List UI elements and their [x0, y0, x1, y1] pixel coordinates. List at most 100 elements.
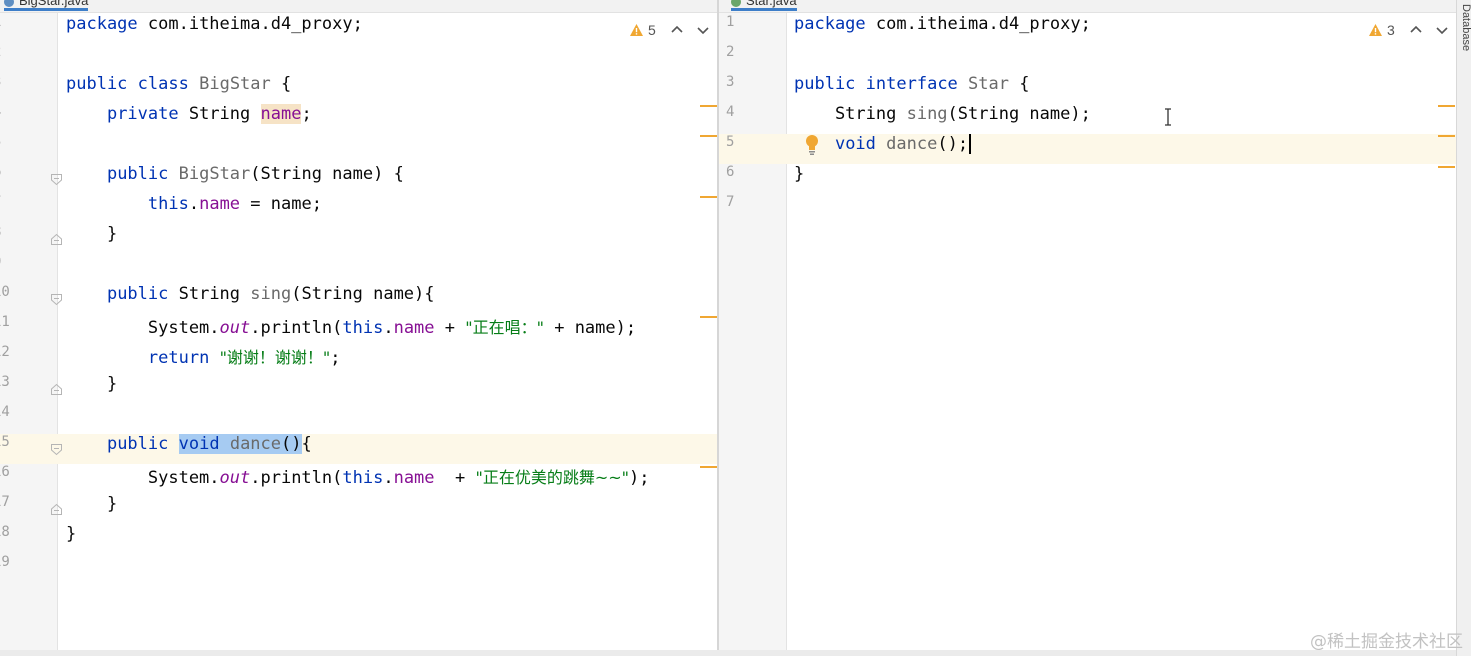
fold-open-icon[interactable]	[50, 443, 63, 456]
lightbulb-icon[interactable]	[804, 134, 820, 156]
right-inspection-widget[interactable]: 3	[1368, 19, 1451, 41]
code-line[interactable]: 17 }	[0, 494, 717, 524]
code-text[interactable]: System.out.println(this.name + "正在唱：" + …	[66, 314, 636, 344]
code-line[interactable]: 13 }	[0, 374, 717, 404]
right-editor-pane[interactable]: Star.java 1 package com.itheima.d4_proxy;…	[719, 0, 1456, 650]
code-line[interactable]: 4 String sing(String name);	[719, 104, 1456, 134]
line-number[interactable]: 5	[726, 134, 734, 164]
code-text[interactable]: package com.itheima.d4_proxy;	[794, 14, 1091, 44]
code-line[interactable]: 5	[0, 134, 717, 164]
line-number[interactable]: 16	[0, 464, 10, 494]
code-line[interactable]: 19	[0, 554, 717, 584]
line-number[interactable]: 12	[0, 344, 10, 374]
line-number[interactable]: 13	[0, 374, 10, 404]
line-number[interactable]: 6	[726, 164, 734, 194]
line-number[interactable]: 4	[0, 104, 1, 134]
code-line[interactable]: 1 package com.itheima.d4_proxy;	[0, 14, 717, 44]
line-number[interactable]: 18	[0, 524, 10, 554]
code-line[interactable]: 16 System.out.println(this.name + "正在优美的…	[0, 464, 717, 494]
code-line[interactable]: 2	[0, 44, 717, 74]
line-number[interactable]: 4	[726, 104, 734, 134]
code-line[interactable]: 8 }	[0, 224, 717, 254]
code-text[interactable]: package com.itheima.d4_proxy;	[66, 14, 363, 44]
horizontal-scrollbar[interactable]	[0, 650, 1456, 656]
line-number[interactable]: 11	[0, 314, 10, 344]
code-text[interactable]: public void dance(){	[66, 434, 312, 464]
line-number[interactable]: 3	[726, 74, 734, 104]
code-line[interactable]: 3 public interface Star {	[719, 74, 1456, 104]
line-number[interactable]: 14	[0, 404, 10, 434]
code-line[interactable]: 9	[0, 254, 717, 284]
code-text[interactable]: void dance();	[794, 134, 972, 164]
line-number[interactable]: 1	[0, 14, 1, 44]
left-editor-pane[interactable]: BigStar.java 1 package com.itheima.d4_pro…	[0, 0, 717, 650]
database-tool-button[interactable]: Database	[1457, 4, 1471, 51]
chevron-down-icon[interactable]	[1433, 21, 1451, 39]
fold-close-icon[interactable]	[50, 233, 63, 246]
code-line[interactable]: 6}	[719, 164, 1456, 194]
code-text[interactable]: }	[66, 524, 76, 554]
left-inspection-widget[interactable]: 5	[629, 19, 712, 41]
right-tab-bar: Star.java	[719, 0, 1456, 13]
code-line[interactable]: 3 public class BigStar {	[0, 74, 717, 104]
warning-stripe-marker[interactable]	[1438, 166, 1455, 168]
fold-open-icon[interactable]	[50, 293, 63, 306]
code-line[interactable]: 11 System.out.println(this.name + "正在唱："…	[0, 314, 717, 344]
fold-open-icon[interactable]	[50, 173, 63, 186]
tab-star-java[interactable]: Star.java	[731, 0, 797, 12]
code-line[interactable]: 12 return "谢谢！谢谢！";	[0, 344, 717, 374]
code-text[interactable]: }	[66, 374, 117, 404]
code-line[interactable]: 1 package com.itheima.d4_proxy;	[719, 14, 1456, 44]
fold-close-icon[interactable]	[50, 383, 63, 396]
code-line[interactable]: 7	[719, 194, 1456, 224]
warning-stripe-marker[interactable]	[700, 196, 717, 198]
code-text[interactable]: System.out.println(this.name + "正在优美的跳舞~…	[66, 464, 650, 494]
chevron-up-icon[interactable]	[668, 21, 686, 39]
fold-close-icon[interactable]	[50, 503, 63, 516]
code-line[interactable]: 2	[719, 44, 1456, 74]
code-line[interactable]: 7 this.name = name;	[0, 194, 717, 224]
line-number[interactable]: 7	[0, 194, 1, 224]
warning-stripe-marker[interactable]	[700, 466, 717, 468]
code-text[interactable]: public interface Star {	[794, 74, 1029, 104]
code-line[interactable]: 15 public void dance(){	[0, 434, 717, 464]
line-number[interactable]: 5	[0, 134, 1, 164]
warning-stripe-marker[interactable]	[700, 105, 717, 107]
code-text[interactable]: private String name;	[66, 104, 312, 134]
warning-stripe-marker[interactable]	[1438, 135, 1455, 137]
line-number[interactable]: 8	[0, 224, 1, 254]
code-text[interactable]: String sing(String name);	[794, 104, 1091, 134]
chevron-down-icon[interactable]	[694, 21, 712, 39]
code-line[interactable]: 6 public BigStar(String name) {	[0, 164, 717, 194]
code-line[interactable]: 4 private String name;	[0, 104, 717, 134]
line-number[interactable]: 19	[0, 554, 10, 584]
code-text[interactable]: }	[66, 224, 117, 254]
warning-stripe-marker[interactable]	[700, 316, 717, 318]
code-text[interactable]: public BigStar(String name) {	[66, 164, 404, 194]
code-line[interactable]: 18}	[0, 524, 717, 554]
warning-stripe-marker[interactable]	[1438, 105, 1455, 107]
code-line[interactable]: 10 public String sing(String name){	[0, 284, 717, 314]
line-number[interactable]: 17	[0, 494, 10, 524]
code-text[interactable]: public class BigStar {	[66, 74, 291, 104]
line-number[interactable]: 10	[0, 284, 10, 314]
line-number[interactable]: 6	[0, 164, 1, 194]
warning-stripe-marker[interactable]	[700, 135, 717, 137]
line-number[interactable]: 1	[726, 14, 734, 44]
line-number[interactable]: 9	[0, 254, 1, 284]
line-number[interactable]: 15	[0, 434, 10, 464]
line-number[interactable]: 7	[726, 194, 734, 224]
code-text[interactable]: public String sing(String name){	[66, 284, 435, 314]
chevron-up-icon[interactable]	[1407, 21, 1425, 39]
code-text[interactable]: }	[66, 494, 117, 524]
code-token: (String name) {	[250, 164, 404, 184]
line-number[interactable]: 2	[726, 44, 734, 74]
tab-bigstar-java[interactable]: BigStar.java	[4, 0, 89, 12]
line-number[interactable]: 2	[0, 44, 1, 74]
code-text[interactable]: }	[794, 164, 804, 194]
code-line[interactable]: 14	[0, 404, 717, 434]
code-line[interactable]: 5 void dance();	[719, 134, 1456, 164]
line-number[interactable]: 3	[0, 74, 1, 104]
code-text[interactable]: this.name = name;	[66, 194, 322, 224]
code-text[interactable]: return "谢谢！谢谢！";	[66, 344, 341, 374]
